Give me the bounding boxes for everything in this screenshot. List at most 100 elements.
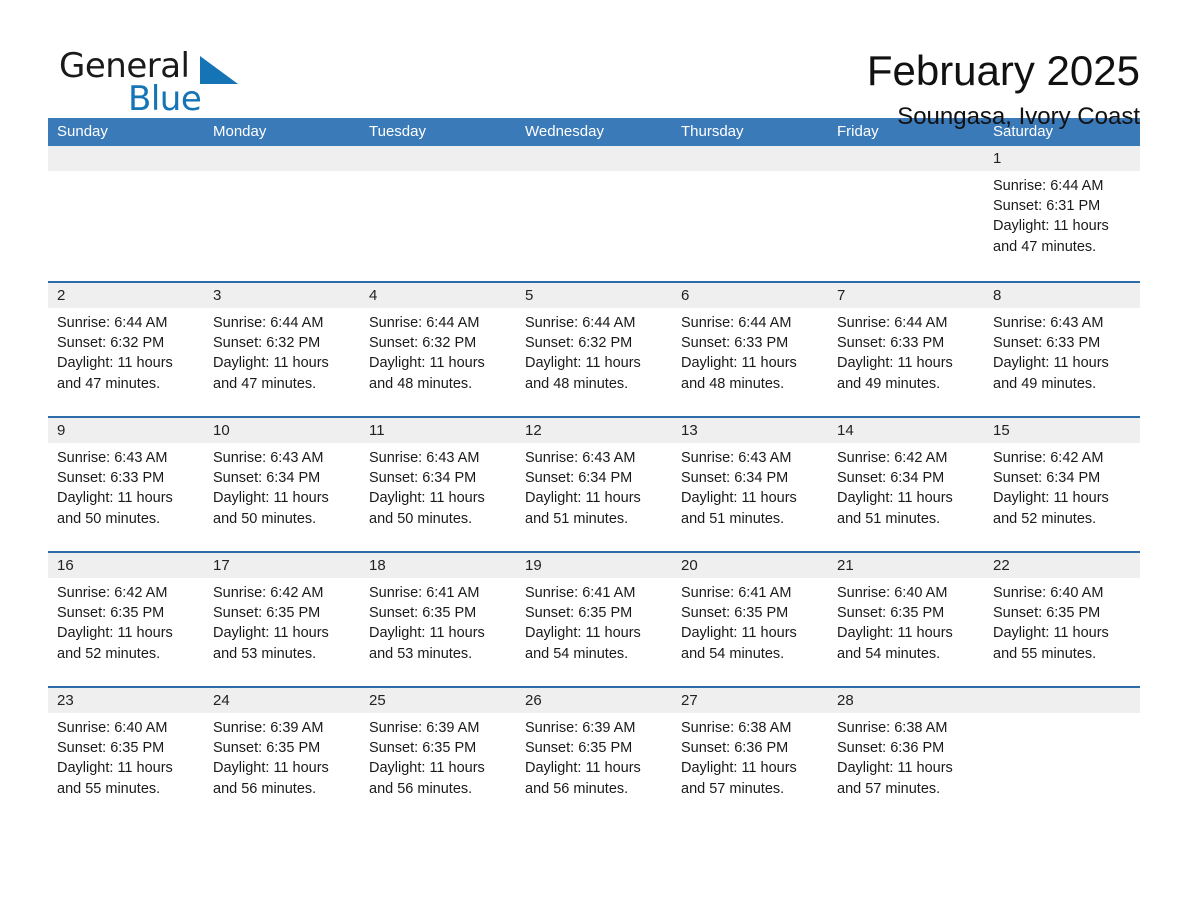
calendar-page: General Blue February 2025 Soungasa, Ivo… xyxy=(0,0,1188,918)
daylight-text: Daylight: 11 hours and 53 minutes. xyxy=(213,625,329,662)
sunrise-text: Sunrise: 6:39 AM xyxy=(369,720,480,736)
calendar-day-cell[interactable]: 6 Sunrise: 6:44 AM Sunset: 6:33 PM Daylight… xyxy=(672,283,828,416)
day-details: Sunrise: 6:42 AM Sunset: 6:35 PM Daylight:… xyxy=(48,578,204,664)
sunrise-text: Sunrise: 6:43 AM xyxy=(57,450,168,466)
weekday-header-friday: Friday xyxy=(837,123,879,140)
calendar-day-cell[interactable]: 1 Sunrise: 6:44 AM Sunset: 6:31 PM Daylight… xyxy=(984,146,1140,281)
calendar-day-cell[interactable]: 14 Sunrise: 6:42 AM Sunset: 6:34 PM Dayligh… xyxy=(828,418,984,551)
calendar-day-cell[interactable]: 10 Sunrise: 6:43 AM Sunset: 6:34 PM Dayligh… xyxy=(204,418,360,551)
day-number: 14 xyxy=(828,418,984,443)
calendar-day-cell[interactable]: 19 Sunrise: 6:41 AM Sunset: 6:35 PM Dayligh… xyxy=(516,553,672,686)
weekday-header-sunday: Sunday xyxy=(57,123,108,140)
day-number: 7 xyxy=(828,283,984,308)
daylight-text: Daylight: 11 hours and 57 minutes. xyxy=(681,760,797,797)
day-details: Sunrise: 6:40 AM Sunset: 6:35 PM Daylight:… xyxy=(828,578,984,664)
day-details: Sunrise: 6:44 AM Sunset: 6:32 PM Daylight:… xyxy=(360,308,516,394)
sunset-text: Sunset: 6:35 PM xyxy=(57,605,165,622)
day-number xyxy=(984,688,1140,713)
daylight-text: Daylight: 11 hours and 56 minutes. xyxy=(213,760,329,797)
sunset-text: Sunset: 6:34 PM xyxy=(681,470,789,487)
sunrise-text: Sunrise: 6:44 AM xyxy=(57,315,168,331)
calendar-day-cell[interactable]: 22 Sunrise: 6:40 AM Sunset: 6:35 PM Dayligh… xyxy=(984,553,1140,686)
sunrise-text: Sunrise: 6:44 AM xyxy=(213,315,324,331)
calendar-day-cell[interactable]: 21 Sunrise: 6:40 AM Sunset: 6:35 PM Dayligh… xyxy=(828,553,984,686)
day-details: Sunrise: 6:39 AM Sunset: 6:35 PM Daylight:… xyxy=(204,713,360,799)
sunrise-text: Sunrise: 6:40 AM xyxy=(837,585,948,601)
day-details: Sunrise: 6:44 AM Sunset: 6:33 PM Daylight:… xyxy=(828,308,984,394)
calendar-day-cell-empty xyxy=(516,146,672,281)
day-details: Sunrise: 6:43 AM Sunset: 6:34 PM Daylight:… xyxy=(672,443,828,529)
calendar-day-cell[interactable]: 17 Sunrise: 6:42 AM Sunset: 6:35 PM Dayligh… xyxy=(204,553,360,686)
daylight-text: Daylight: 11 hours and 54 minutes. xyxy=(681,625,797,662)
sunrise-text: Sunrise: 6:44 AM xyxy=(525,315,636,331)
sunset-text: Sunset: 6:35 PM xyxy=(57,740,165,757)
calendar-day-cell[interactable]: 25 Sunrise: 6:39 AM Sunset: 6:35 PM Dayligh… xyxy=(360,688,516,821)
daylight-text: Daylight: 11 hours and 51 minutes. xyxy=(525,490,641,527)
calendar-day-cell[interactable]: 24 Sunrise: 6:39 AM Sunset: 6:35 PM Dayligh… xyxy=(204,688,360,821)
calendar-week-row: 1 Sunrise: 6:44 AM Sunset: 6:31 PM Daylight… xyxy=(48,146,1140,281)
calendar-day-cell[interactable]: 13 Sunrise: 6:43 AM Sunset: 6:34 PM Dayligh… xyxy=(672,418,828,551)
day-details: Sunrise: 6:43 AM Sunset: 6:33 PM Daylight:… xyxy=(48,443,204,529)
calendar-day-cell[interactable]: 27 Sunrise: 6:38 AM Sunset: 6:36 PM Dayligh… xyxy=(672,688,828,821)
calendar-day-cell[interactable]: 2 Sunrise: 6:44 AM Sunset: 6:32 PM Daylight… xyxy=(48,283,204,416)
weekday-header-thursday: Thursday xyxy=(681,123,744,140)
calendar-day-cell[interactable]: 23 Sunrise: 6:40 AM Sunset: 6:35 PM Dayligh… xyxy=(48,688,204,821)
calendar-day-cell[interactable]: 8 Sunrise: 6:43 AM Sunset: 6:33 PM Daylight… xyxy=(984,283,1140,416)
sunrise-text: Sunrise: 6:41 AM xyxy=(681,585,792,601)
calendar-day-cell[interactable]: 20 Sunrise: 6:41 AM Sunset: 6:35 PM Dayligh… xyxy=(672,553,828,686)
day-number: 2 xyxy=(48,283,204,308)
day-details: Sunrise: 6:44 AM Sunset: 6:32 PM Daylight:… xyxy=(204,308,360,394)
day-details: Sunrise: 6:44 AM Sunset: 6:31 PM Daylight:… xyxy=(984,171,1140,257)
daylight-text: Daylight: 11 hours and 48 minutes. xyxy=(681,355,797,392)
sunrise-text: Sunrise: 6:42 AM xyxy=(213,585,324,601)
day-number: 11 xyxy=(360,418,516,443)
daylight-text: Daylight: 11 hours and 49 minutes. xyxy=(993,355,1109,392)
sunrise-text: Sunrise: 6:38 AM xyxy=(837,720,948,736)
calendar-day-cell[interactable]: 16 Sunrise: 6:42 AM Sunset: 6:35 PM Dayligh… xyxy=(48,553,204,686)
calendar-day-cell[interactable]: 7 Sunrise: 6:44 AM Sunset: 6:33 PM Daylight… xyxy=(828,283,984,416)
day-number: 28 xyxy=(828,688,984,713)
day-details: Sunrise: 6:43 AM Sunset: 6:34 PM Daylight:… xyxy=(204,443,360,529)
logo-triangle-icon xyxy=(200,56,238,84)
generalblue-logo[interactable]: General Blue xyxy=(48,46,308,119)
day-number: 6 xyxy=(672,283,828,308)
calendar-day-cell[interactable]: 11 Sunrise: 6:43 AM Sunset: 6:34 PM Dayligh… xyxy=(360,418,516,551)
calendar-week-row: 16 Sunrise: 6:42 AM Sunset: 6:35 PM Dayligh… xyxy=(48,551,1140,686)
daylight-text: Daylight: 11 hours and 57 minutes. xyxy=(837,760,953,797)
day-details: Sunrise: 6:39 AM Sunset: 6:35 PM Daylight:… xyxy=(516,713,672,799)
sunset-text: Sunset: 6:34 PM xyxy=(369,470,477,487)
calendar-day-cell[interactable]: 9 Sunrise: 6:43 AM Sunset: 6:33 PM Daylight… xyxy=(48,418,204,551)
day-number: 1 xyxy=(984,146,1140,171)
calendar-day-cell[interactable]: 18 Sunrise: 6:41 AM Sunset: 6:35 PM Dayligh… xyxy=(360,553,516,686)
sunrise-text: Sunrise: 6:44 AM xyxy=(837,315,948,331)
calendar-day-cell[interactable]: 26 Sunrise: 6:39 AM Sunset: 6:35 PM Dayligh… xyxy=(516,688,672,821)
daylight-text: Daylight: 11 hours and 52 minutes. xyxy=(993,490,1109,527)
daylight-text: Daylight: 11 hours and 50 minutes. xyxy=(369,490,485,527)
calendar-day-cell[interactable]: 15 Sunrise: 6:42 AM Sunset: 6:34 PM Dayligh… xyxy=(984,418,1140,551)
day-details: Sunrise: 6:40 AM Sunset: 6:35 PM Daylight:… xyxy=(984,578,1140,664)
logo-text-blue: Blue xyxy=(128,79,202,119)
day-number: 18 xyxy=(360,553,516,578)
weekday-header-saturday: Saturday xyxy=(993,123,1054,140)
calendar-day-cell[interactable]: 5 Sunrise: 6:44 AM Sunset: 6:32 PM Daylight… xyxy=(516,283,672,416)
sunset-text: Sunset: 6:33 PM xyxy=(57,470,165,487)
day-number xyxy=(828,146,984,171)
calendar-day-cell[interactable]: 3 Sunrise: 6:44 AM Sunset: 6:32 PM Daylight… xyxy=(204,283,360,416)
daylight-text: Daylight: 11 hours and 51 minutes. xyxy=(681,490,797,527)
day-details: Sunrise: 6:39 AM Sunset: 6:35 PM Daylight:… xyxy=(360,713,516,799)
day-number: 24 xyxy=(204,688,360,713)
sunrise-text: Sunrise: 6:43 AM xyxy=(213,450,324,466)
sunset-text: Sunset: 6:35 PM xyxy=(993,605,1101,622)
calendar-day-cell[interactable]: 28 Sunrise: 6:38 AM Sunset: 6:36 PM Dayligh… xyxy=(828,688,984,821)
sunrise-text: Sunrise: 6:41 AM xyxy=(525,585,636,601)
sunrise-text: Sunrise: 6:40 AM xyxy=(57,720,168,736)
day-details: Sunrise: 6:41 AM Sunset: 6:35 PM Daylight:… xyxy=(360,578,516,664)
sunset-text: Sunset: 6:34 PM xyxy=(525,470,633,487)
day-number xyxy=(360,146,516,171)
daylight-text: Daylight: 11 hours and 50 minutes. xyxy=(213,490,329,527)
calendar-day-cell-empty xyxy=(828,146,984,281)
calendar-day-cell[interactable]: 12 Sunrise: 6:43 AM Sunset: 6:34 PM Dayligh… xyxy=(516,418,672,551)
calendar-day-cell[interactable]: 4 Sunrise: 6:44 AM Sunset: 6:32 PM Daylight… xyxy=(360,283,516,416)
daylight-text: Daylight: 11 hours and 52 minutes. xyxy=(57,625,173,662)
sunset-text: Sunset: 6:32 PM xyxy=(525,335,633,352)
